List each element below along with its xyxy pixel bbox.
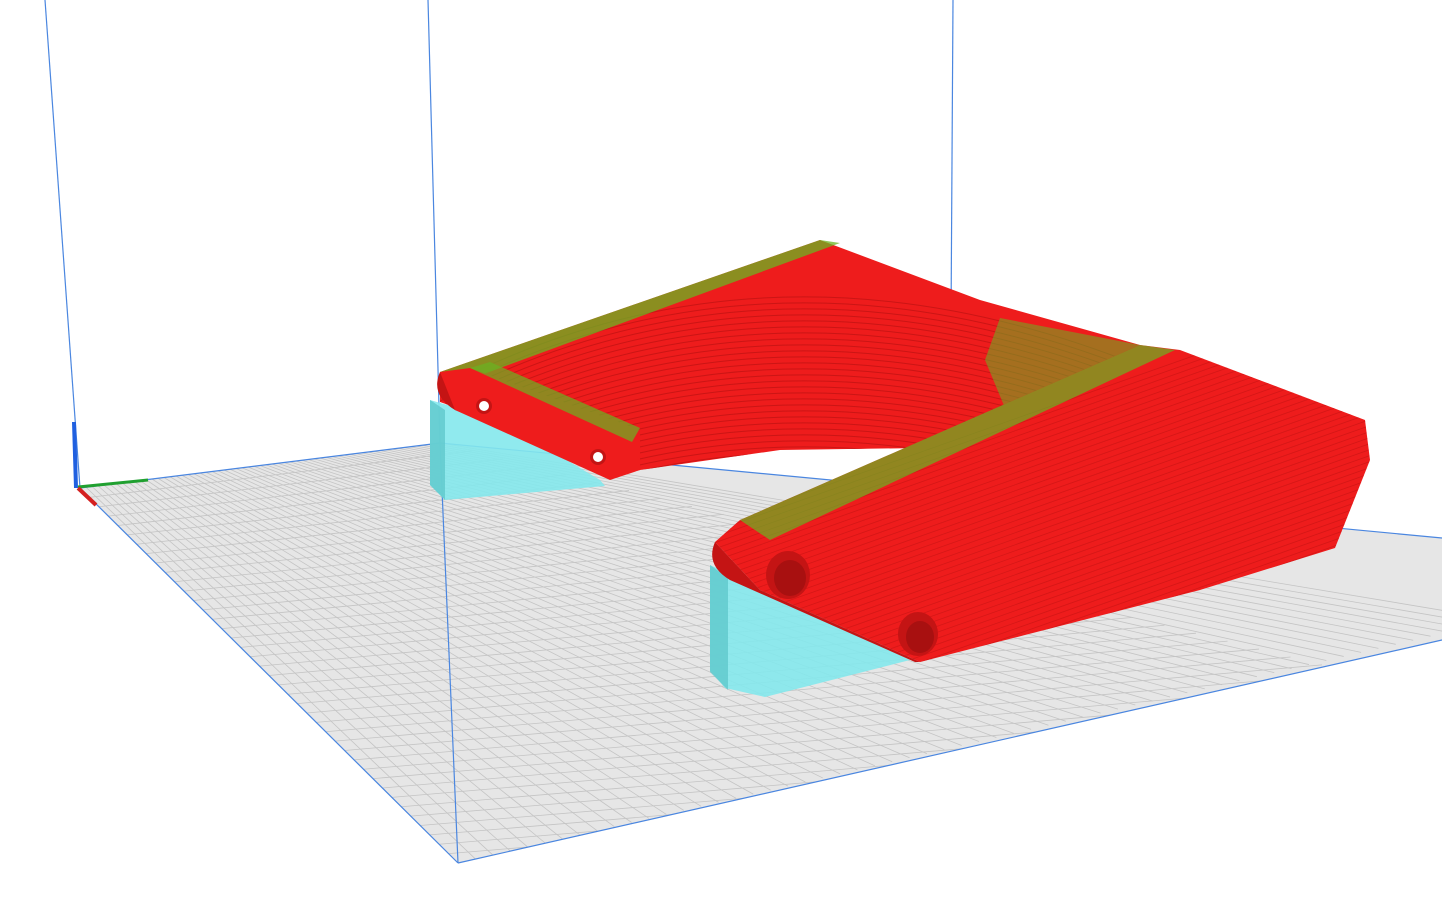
hole-left-upper: [476, 398, 492, 414]
hole-right-upper: [766, 551, 810, 599]
3d-viewport[interactable]: [0, 0, 1442, 910]
hole-right-lower: [898, 612, 938, 656]
hole-left-lower: [590, 449, 606, 465]
